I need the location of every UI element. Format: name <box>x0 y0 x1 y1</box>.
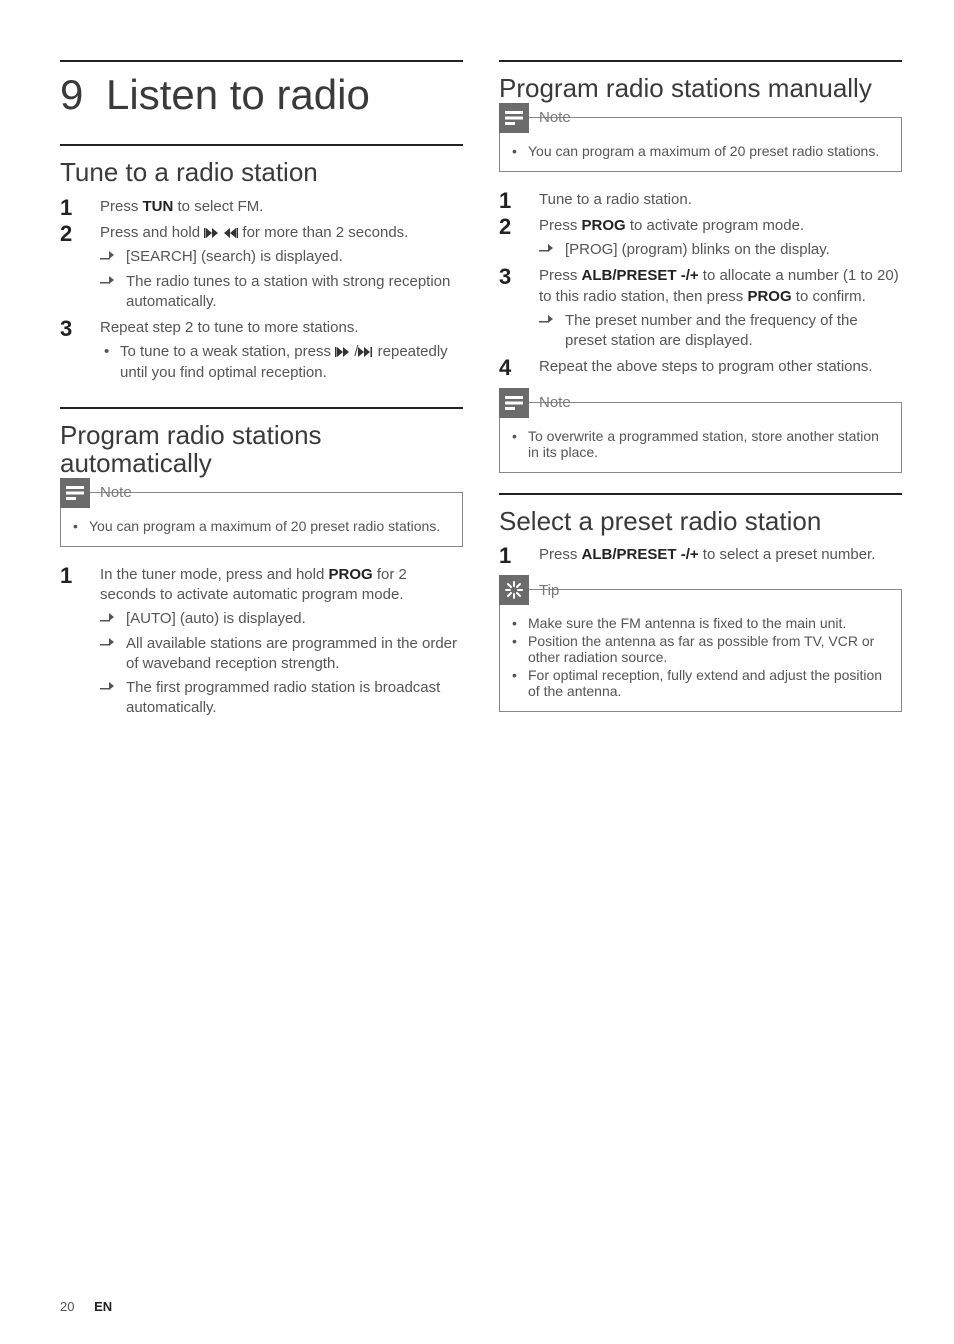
page-language: EN <box>94 1299 112 1314</box>
note-item: To overwrite a programmed station, store… <box>512 428 889 460</box>
section-auto-heading: Program radio stations automatically <box>60 407 463 478</box>
tip-box: Tip Make sure the FM antenna is fixed to… <box>499 589 902 712</box>
results-list: [PROG] (program) blinks on the display. <box>539 240 902 260</box>
results-list: [AUTO] (auto) is displayed. All availabl… <box>100 609 463 718</box>
note-item: You can program a maximum of 20 preset r… <box>512 143 889 159</box>
chapter-title: Listen to radio <box>106 71 370 118</box>
select-steps: Press ALB/PRESET -/+ to select a preset … <box>499 545 902 565</box>
auto-steps: In the tuner mode, press and hold PROG f… <box>60 565 463 719</box>
section-tune-heading: Tune to a radio station <box>60 144 463 187</box>
note-list: You can program a maximum of 20 preset r… <box>512 143 889 159</box>
step: Press ALB/PRESET -/+ to select a preset … <box>499 545 902 565</box>
tip-item: For optimal reception, fully extend and … <box>512 667 889 699</box>
manual-steps: Tune to a radio station. Press PROG to a… <box>499 190 902 378</box>
result-item: [PROG] (program) blinks on the display. <box>539 240 902 260</box>
tip-list: Make sure the FM antenna is fixed to the… <box>512 615 889 699</box>
note-item: You can program a maximum of 20 preset r… <box>73 518 450 534</box>
step: Press and hold for more than 2 seconds. … <box>60 223 463 312</box>
step: Press PROG to activate program mode. [PR… <box>499 216 902 261</box>
step: Repeat step 2 to tune to more stations. … <box>60 318 463 383</box>
note-box: Note You can program a maximum of 20 pre… <box>60 492 463 547</box>
result-item: The radio tunes to a station with strong… <box>100 272 463 313</box>
result-item: The preset number and the frequency of t… <box>539 311 902 352</box>
page-number: 20 <box>60 1299 74 1314</box>
tip-item: Make sure the FM antenna is fixed to the… <box>512 615 889 631</box>
note-title: Note <box>100 484 132 501</box>
step: In the tuner mode, press and hold PROG f… <box>60 565 463 719</box>
result-item: All available stations are programmed in… <box>100 634 463 675</box>
bullet-list: To tune to a weak station, press / repea… <box>100 342 463 383</box>
note-title: Note <box>539 109 571 126</box>
chapter-heading: 9Listen to radio <box>60 60 463 118</box>
prev-next-track-icon <box>204 228 238 238</box>
step: Press TUN to select FM. <box>60 197 463 217</box>
step: Press ALB/PRESET -/+ to allocate a numbe… <box>499 266 902 351</box>
page-footer: 20 EN <box>60 1279 902 1314</box>
note-box: Note To overwrite a programmed station, … <box>499 402 902 473</box>
result-item: [AUTO] (auto) is displayed. <box>100 609 463 629</box>
step: Repeat the above steps to program other … <box>499 357 902 377</box>
left-column: 9Listen to radio Tune to a radio station… <box>60 50 463 1279</box>
results-list: [SEARCH] (search) is displayed. The radi… <box>100 247 463 312</box>
section-select-heading: Select a preset radio station <box>499 493 902 536</box>
note-icon <box>499 103 529 133</box>
step: Tune to a radio station. <box>499 190 902 210</box>
result-item: [SEARCH] (search) is displayed. <box>100 247 463 267</box>
note-list: To overwrite a programmed station, store… <box>512 428 889 460</box>
note-list: You can program a maximum of 20 preset r… <box>73 518 450 534</box>
bullet-item: To tune to a weak station, press / repea… <box>100 342 463 383</box>
tip-item: Position the antenna as far as possible … <box>512 633 889 665</box>
note-icon <box>499 388 529 418</box>
tune-steps: Press TUN to select FM. Press and hold f… <box>60 197 463 383</box>
tip-title: Tip <box>539 582 559 599</box>
note-icon <box>60 478 90 508</box>
section-manual-heading: Program radio stations manually <box>499 60 902 103</box>
note-title: Note <box>539 394 571 411</box>
tip-icon <box>499 575 529 605</box>
right-column: Program radio stations manually Note You… <box>499 50 902 1279</box>
next-track-icon <box>358 347 373 357</box>
result-item: The first programmed radio station is br… <box>100 678 463 719</box>
results-list: The preset number and the frequency of t… <box>539 311 902 352</box>
note-box: Note You can program a maximum of 20 pre… <box>499 117 902 172</box>
chapter-number: 9 <box>60 72 106 118</box>
prev-track-icon <box>335 347 350 357</box>
